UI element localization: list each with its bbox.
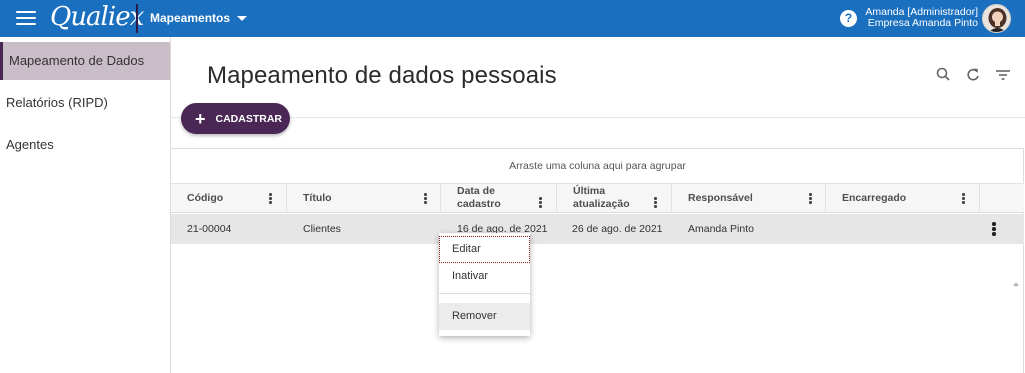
column-label-line1: Última — [573, 185, 606, 197]
column-label-line2: atualização — [573, 198, 630, 210]
column-menu-icon[interactable] — [962, 193, 965, 204]
grid-header-row: Código Título Data de cadastro Última atua… — [171, 184, 1024, 213]
column-header-codigo[interactable]: Código — [171, 184, 287, 213]
plus-icon: + — [195, 108, 206, 129]
sidebar-item-agentes[interactable]: Agentes — [0, 126, 170, 164]
user-company: Empresa Amanda Pinto — [867, 17, 978, 29]
cadastrar-button[interactable]: + CADASTRAR — [181, 103, 290, 134]
cadastrar-label: CADASTRAR — [215, 112, 283, 125]
menu-item-remover[interactable]: Remover — [439, 303, 530, 330]
page-title: Mapeamento de dados pessoais — [207, 62, 557, 89]
column-label: Título — [303, 192, 332, 204]
search-icon[interactable] — [934, 65, 954, 85]
column-label: Responsável — [688, 192, 753, 204]
module-selector[interactable]: Mapeamentos — [150, 11, 248, 25]
column-label-line1: Data de — [457, 185, 495, 197]
row-context-menu: Editar Inativar Remover — [439, 233, 530, 336]
column-header-ultima-atualizacao[interactable]: Última atualização — [557, 184, 672, 213]
column-menu-icon[interactable] — [654, 197, 657, 208]
module-label: Mapeamentos — [150, 11, 231, 25]
caret-down-icon — [237, 15, 248, 21]
user-info[interactable]: Amanda [Administrador] Empresa Amanda Pi… — [865, 7, 978, 29]
sidebar-item-relatorios[interactable]: Relatórios (RIPD) — [0, 84, 170, 122]
help-icon[interactable]: ? — [840, 10, 857, 27]
group-panel[interactable]: Arraste uma coluna aqui para agrupar — [171, 149, 1024, 184]
column-header-responsavel[interactable]: Responsável — [672, 184, 826, 213]
cell-ultima-atualizacao: 26 de ago. de 2021 — [572, 223, 663, 235]
scroll-up-icon[interactable] — [1013, 282, 1019, 286]
column-label: Última atualização — [573, 185, 630, 211]
top-bar: Qualiex Mapeamentos ? Amanda [Administra… — [0, 0, 1025, 37]
row-actions-icon[interactable] — [992, 222, 996, 236]
data-grid: Arraste uma coluna aqui para agrupar Cód… — [171, 148, 1024, 373]
column-label: Data de cadastro — [457, 185, 501, 211]
column-header-titulo[interactable]: Título — [287, 184, 441, 213]
refresh-icon[interactable] — [963, 65, 983, 85]
logo-divider — [136, 4, 138, 33]
sidebar-item-mapeamento-de-dados[interactable]: Mapeamento de Dados — [0, 42, 170, 80]
column-header-encarregado[interactable]: Encarregado — [826, 184, 980, 213]
column-menu-icon[interactable] — [269, 193, 272, 204]
header-divider — [171, 117, 1025, 118]
cell-codigo: 21-00004 — [187, 223, 232, 235]
filter-icon[interactable] — [993, 65, 1013, 85]
column-header-data-cadastro[interactable]: Data de cadastro — [441, 184, 557, 213]
hamburger-menu-icon[interactable] — [16, 11, 36, 27]
sidebar: Mapeamento de Dados Relatórios (RIPD) Ag… — [0, 37, 171, 373]
column-label: Código — [187, 192, 224, 204]
avatar[interactable] — [982, 4, 1011, 33]
cell-responsavel: Amanda Pinto — [688, 223, 754, 235]
column-menu-icon[interactable] — [424, 193, 427, 204]
qualiex-logo[interactable]: Qualiex — [50, 2, 144, 32]
column-label-line2: cadastro — [457, 198, 501, 210]
menu-item-inativar[interactable]: Inativar — [439, 263, 530, 290]
column-label: Encarregado — [842, 192, 907, 204]
table-row[interactable]: 21-00004 Clientes 16 de ago. de 2021 26 … — [171, 214, 1024, 286]
column-menu-icon[interactable] — [809, 193, 812, 204]
column-header-actions — [980, 184, 1024, 213]
cell-titulo: Clientes — [303, 223, 341, 235]
menu-divider — [439, 293, 530, 294]
menu-item-editar[interactable]: Editar — [439, 236, 530, 263]
column-menu-icon[interactable] — [539, 197, 542, 208]
